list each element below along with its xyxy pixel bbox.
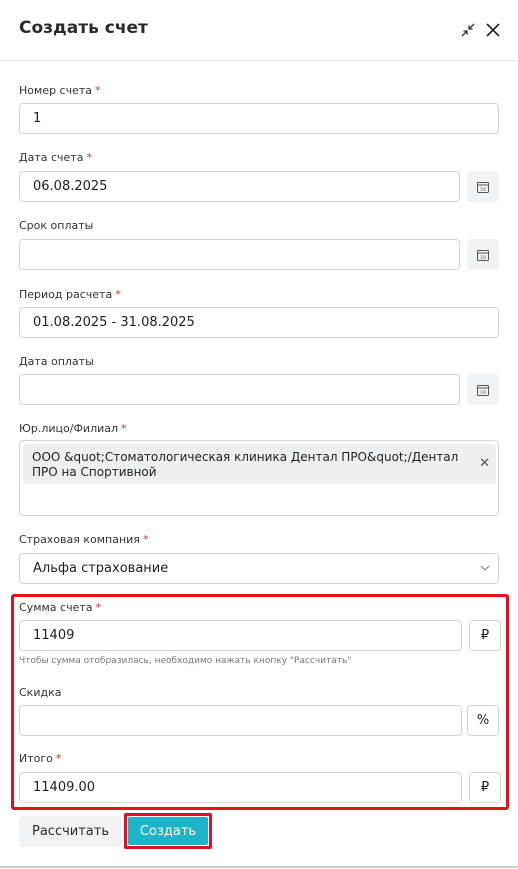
discount-input[interactable] <box>19 705 462 736</box>
legal-entity-chip-text: ООО &quot;Стоматологическая клиника Дент… <box>32 450 459 479</box>
billing-period-label: Период расчета * <box>19 288 121 301</box>
legal-entity-label: Юр.лицо/Филиал * <box>19 422 127 435</box>
invoice-number-input[interactable]: 1 <box>19 103 499 134</box>
dialog-header: Создать счет <box>0 0 518 61</box>
calendar-icon: 19 <box>477 384 489 396</box>
dialog-title: Создать счет <box>19 18 148 38</box>
invoice-date-input[interactable]: 06.08.2025 <box>19 171 460 202</box>
create-button[interactable]: Создать <box>128 817 208 845</box>
payment-date-input[interactable] <box>19 374 460 405</box>
billing-period-input[interactable]: 01.08.2025 - 31.08.2025 <box>19 307 499 338</box>
payment-due-calendar-button[interactable]: 19 <box>467 239 499 270</box>
discount-label: Скидка <box>19 686 62 699</box>
percent-icon: % <box>476 713 490 728</box>
percent-unit-button[interactable]: % <box>467 705 499 736</box>
total-input[interactable]: 11409.00 <box>19 772 462 803</box>
insurance-company-label: Страховая компания * <box>19 533 149 546</box>
calendar-icon: 19 <box>477 181 489 193</box>
invoice-date-calendar-button[interactable]: 19 <box>467 171 499 202</box>
ruble-icon: ₽ <box>480 780 490 795</box>
calendar-day-number: 19 <box>480 255 486 261</box>
calendar-icon: 19 <box>477 249 489 261</box>
payment-date-calendar-button[interactable]: 19 <box>467 374 499 405</box>
payment-due-input[interactable] <box>19 239 460 270</box>
footer-divider <box>0 866 518 868</box>
calculate-button[interactable]: Рассчитать <box>19 816 122 847</box>
invoice-sum-input[interactable]: 11409 <box>19 620 462 651</box>
ruble-currency-button[interactable]: ₽ <box>469 620 501 651</box>
invoice-date-label: Дата счета * <box>19 151 92 164</box>
collapse-icon[interactable] <box>458 20 478 40</box>
invoice-sum-hint: Чтобы сумма отобразилась, необходимо наж… <box>19 656 352 666</box>
chevron-down-icon <box>480 565 490 571</box>
calendar-day-number: 19 <box>480 187 486 193</box>
invoice-sum-label: Сумма счета * <box>19 601 101 614</box>
payment-date-label: Дата оплаты <box>19 355 94 368</box>
payment-due-label: Срок оплаты <box>19 219 94 232</box>
insurance-company-select[interactable]: Альфа страхование <box>19 553 499 584</box>
create-invoice-dialog: Создать счет Номер счета * 1 Дата счета * … <box>0 0 518 869</box>
legal-entity-multiselect[interactable]: ООО &quot;Стоматологическая клиника Дент… <box>19 440 499 516</box>
remove-chip-icon[interactable]: ✕ <box>479 456 490 471</box>
ruble-icon: ₽ <box>480 628 490 643</box>
total-label: Итого * <box>19 752 62 765</box>
legal-entity-chip: ООО &quot;Стоматологическая клиника Дент… <box>23 444 496 484</box>
close-icon[interactable] <box>483 20 503 40</box>
ruble-currency-button-total[interactable]: ₽ <box>469 772 501 803</box>
calendar-day-number: 19 <box>480 390 486 396</box>
invoice-number-label: Номер счета * <box>19 84 101 97</box>
